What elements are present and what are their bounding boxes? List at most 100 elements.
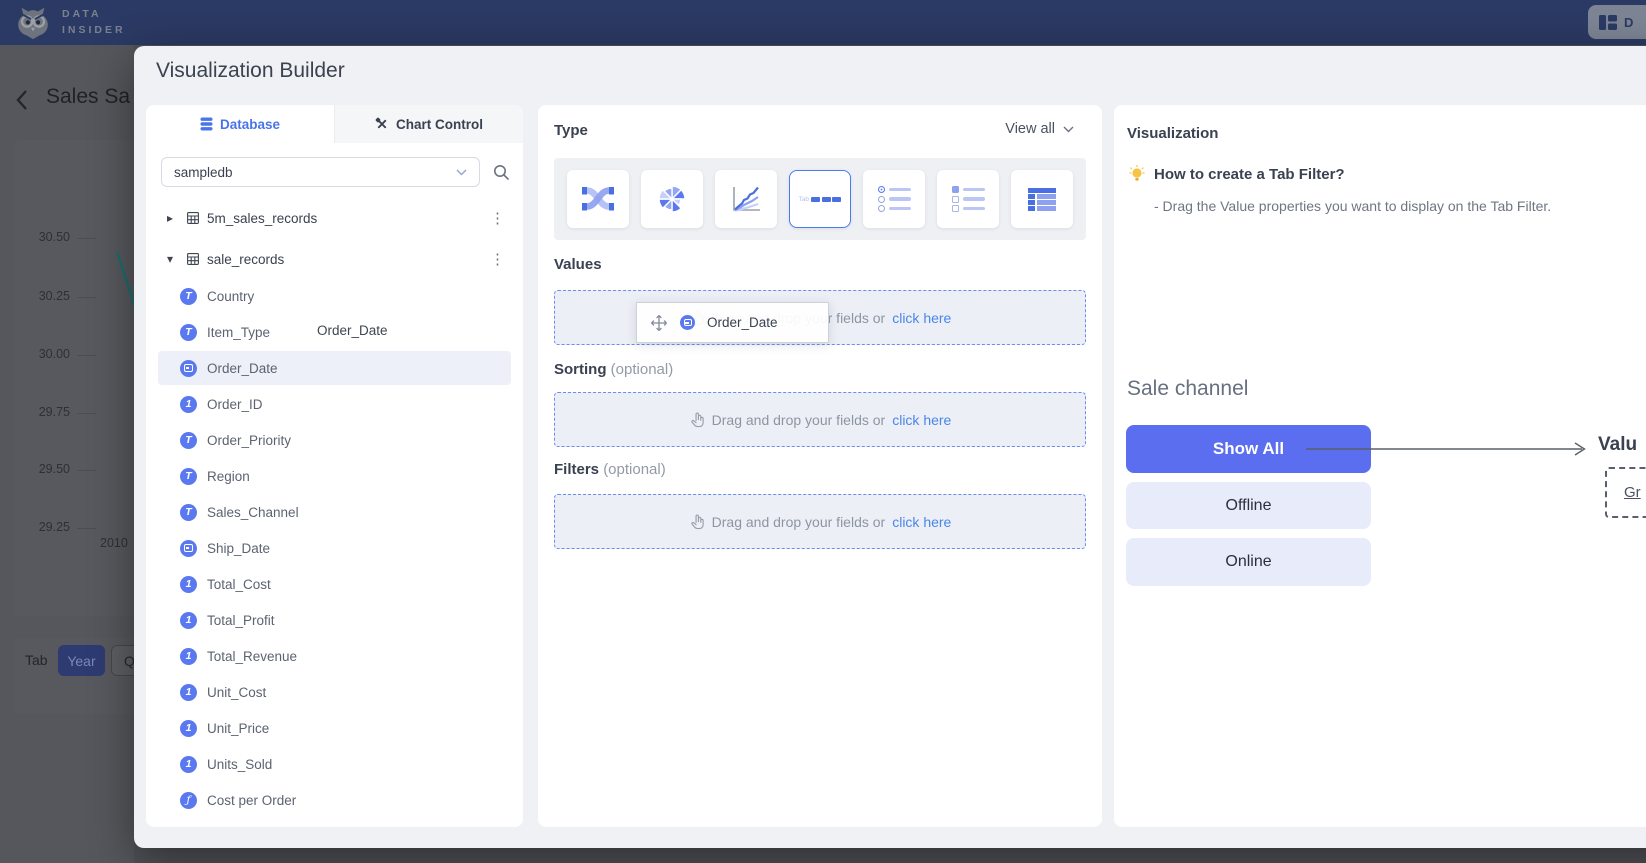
tip-row: How to create a Tab Filter? [1129, 165, 1345, 183]
chart-type-pie[interactable] [641, 170, 703, 228]
preview-button-online[interactable]: Online [1126, 538, 1371, 586]
search-icon[interactable] [493, 164, 510, 181]
tab-mode-label: Tab [25, 652, 48, 668]
field-type-number-icon: 1 [180, 756, 197, 773]
dropzone-text: Drag and drop your fields or [712, 412, 886, 428]
builder-panel: Type View all [538, 105, 1102, 827]
field-type-text-icon: T [180, 504, 197, 521]
table-row-sale-records[interactable]: ▾ sale_records ⋮ [146, 241, 523, 277]
field-row-total-profit[interactable]: 1 Total_Profit [146, 602, 523, 638]
table-menu-icon[interactable]: ⋮ [490, 252, 505, 267]
sankey-chart-icon [581, 184, 615, 214]
group-annotation-label[interactable]: Gr [1624, 484, 1641, 501]
background-bottom-strip [134, 848, 1646, 863]
dropzone-click-here-link[interactable]: click here [892, 310, 951, 326]
field-type-text-icon: T [180, 324, 197, 341]
field-row-country[interactable]: T Country [146, 278, 523, 314]
x-tick-label: 2010 [100, 536, 128, 550]
tip-title: How to create a Tab Filter? [1154, 166, 1345, 183]
y-gridline [77, 413, 96, 414]
database-select-value: sampledb [174, 165, 233, 180]
sorting-section-label: Sorting (optional) [554, 361, 673, 378]
chart-type-multi-choice[interactable] [937, 170, 999, 228]
preview-button-offline[interactable]: Offline [1126, 482, 1371, 529]
field-row-unit-price[interactable]: 1 Unit_Price [146, 710, 523, 746]
visualization-builder-modal: Visualization Builder Database [134, 46, 1646, 848]
field-type-date-icon [180, 540, 197, 557]
app-root: DATA INSIDER D Sales Sa 30.50 30.25 30.0… [0, 0, 1646, 863]
field-type-text-icon: T [180, 432, 197, 449]
table-icon [187, 253, 199, 265]
chart-type-table[interactable] [1011, 170, 1073, 228]
dropzone-click-here-link[interactable]: click here [892, 412, 951, 428]
field-type-number-icon: 1 [180, 576, 197, 593]
field-type-date-icon [180, 360, 197, 377]
field-type-date-icon [680, 315, 695, 330]
dashboard-grid-icon [1599, 15, 1617, 30]
filters-dropzone[interactable]: Drag and drop your fields or click here [554, 494, 1086, 549]
field-list: T Country T Item_Type Order_Date 1 Order… [146, 278, 523, 818]
chart-type-tab-filter[interactable]: Tab [789, 170, 851, 228]
sorting-dropzone[interactable]: Drag and drop your fields or click here [554, 392, 1086, 447]
visualization-title: Visualization [1127, 125, 1218, 142]
field-label: Region [207, 469, 250, 484]
back-chevron-icon[interactable] [15, 89, 28, 111]
field-row-total-revenue[interactable]: 1 Total_Revenue [146, 638, 523, 674]
drag-chip-label: Order_Date [707, 315, 778, 330]
y-tick-label: 30.00 [14, 347, 70, 361]
y-gridline [77, 470, 96, 471]
brand: DATA INSIDER [14, 3, 126, 41]
chart-type-single-choice[interactable] [863, 170, 925, 228]
field-row-cost-per-order[interactable]: ƒ Cost per Order [146, 782, 523, 818]
field-type-number-icon: 1 [180, 612, 197, 629]
caret-right-icon[interactable]: ▸ [167, 211, 179, 225]
year-button[interactable]: Year [58, 645, 105, 676]
field-type-number-icon: 1 [180, 684, 197, 701]
tab-database[interactable]: Database [146, 105, 334, 143]
field-row-region[interactable]: T Region [146, 458, 523, 494]
tab-chart-control[interactable]: Chart Control [334, 105, 523, 143]
chart-type-line[interactable] [715, 170, 777, 228]
field-label: Cost per Order [207, 793, 296, 808]
quarter-button[interactable]: Qu [111, 645, 134, 676]
dragged-field-chip[interactable]: Order_Date [636, 302, 829, 343]
field-row-sales-channel[interactable]: T Sales_Channel [146, 494, 523, 530]
drag-hand-icon [689, 513, 705, 530]
table-menu-icon[interactable]: ⋮ [490, 211, 505, 226]
radio-list-icon [878, 184, 911, 215]
database-select[interactable]: sampledb [161, 157, 480, 187]
dropzone-click-here-link[interactable]: click here [892, 514, 951, 530]
field-row-total-cost[interactable]: 1 Total_Cost [146, 566, 523, 602]
view-all-control[interactable]: View all [1005, 121, 1074, 137]
field-type-number-icon: 1 [180, 648, 197, 665]
chart-type-sankey[interactable] [567, 170, 629, 228]
field-row-unit-cost[interactable]: 1 Unit_Cost [146, 674, 523, 710]
field-label: Order_Date [207, 361, 278, 376]
field-row-ship-date[interactable]: Ship_Date [146, 530, 523, 566]
brand-line-2: INSIDER [62, 22, 126, 38]
field-type-text-icon: T [180, 288, 197, 305]
checkbox-list-icon [952, 184, 985, 215]
field-label: Order_Priority [207, 433, 291, 448]
field-row-order-date[interactable]: Order_Date [146, 350, 523, 386]
field-row-item-type[interactable]: T Item_Type [146, 314, 523, 350]
panel-tabs: Database Chart Control [146, 105, 523, 143]
field-label: Sales_Channel [207, 505, 299, 520]
y-gridline [77, 528, 96, 529]
field-label: Item_Type [207, 325, 270, 340]
field-row-units-sold[interactable]: 1 Units_Sold [146, 746, 523, 782]
y-gridline [77, 297, 96, 298]
field-label: Unit_Price [207, 721, 269, 736]
brand-line-1: DATA [62, 6, 126, 22]
pie-chart-icon [656, 183, 688, 215]
field-row-order-id[interactable]: 1 Order_ID [146, 386, 523, 422]
database-panel: Database Chart Control [146, 105, 523, 827]
y-tick-label: 30.25 [14, 289, 70, 303]
dashboard-button[interactable]: D [1588, 5, 1646, 39]
table-row-5m-sales-records[interactable]: ▸ 5m_sales_records ⋮ [146, 200, 523, 236]
type-section-label: Type [554, 122, 588, 139]
caret-down-icon[interactable]: ▾ [167, 252, 179, 266]
values-section-label: Values [554, 256, 602, 273]
field-row-order-priority[interactable]: T Order_Priority [146, 422, 523, 458]
field-label: Unit_Cost [207, 685, 266, 700]
